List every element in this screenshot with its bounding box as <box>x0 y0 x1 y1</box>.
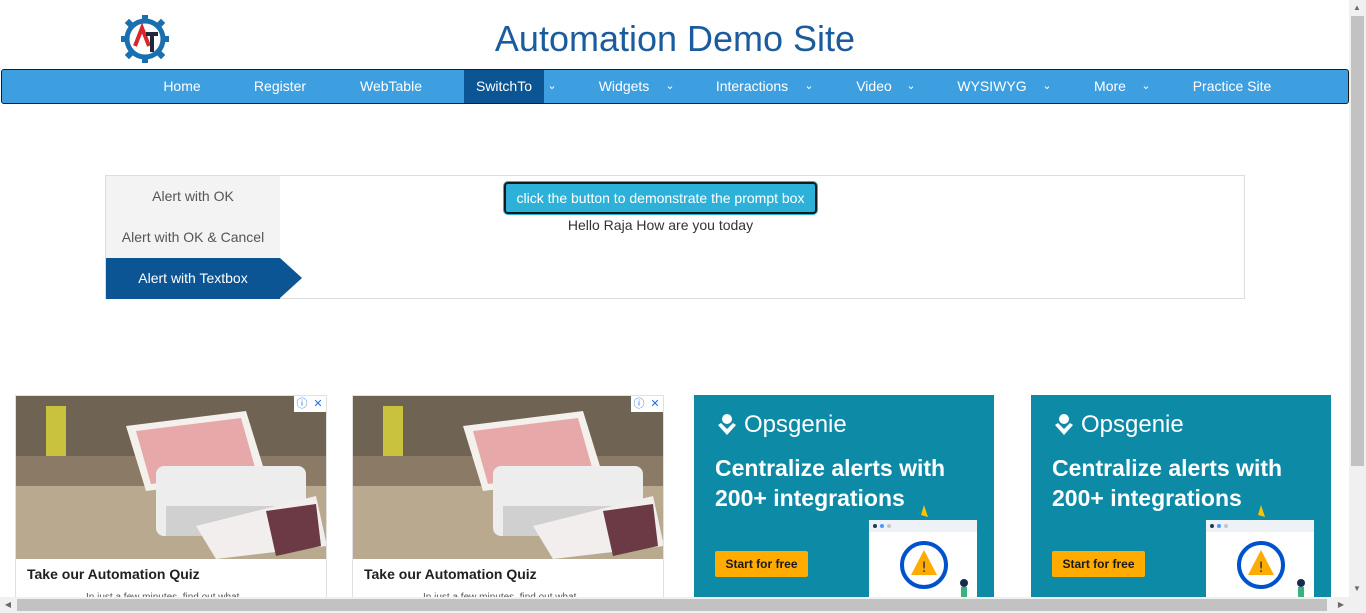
scroll-left-icon[interactable]: ◀ <box>0 597 16 613</box>
ad-headline[interactable]: Take our Automation Quiz <box>364 566 537 582</box>
scroll-right-icon[interactable]: ▶ <box>1333 597 1349 613</box>
svg-text:!: ! <box>1258 560 1264 576</box>
opsgenie-brand: Opsgenie <box>1081 411 1184 438</box>
opsgenie-brand: Opsgenie <box>744 411 847 438</box>
scroll-up-icon[interactable]: ▲ <box>1349 0 1365 16</box>
info-icon[interactable]: ⓘ <box>631 396 647 412</box>
ad-automation-quiz-1[interactable]: ⓘ ✕ Take our Automation Quiz In just a f… <box>15 395 327 600</box>
chevron-down-icon[interactable]: ⌄ <box>903 70 919 103</box>
ad-scanner-photo <box>353 396 663 559</box>
start-for-free-button[interactable]: Start for free <box>1052 551 1145 577</box>
scroll-down-icon[interactable]: ▼ <box>1349 581 1365 597</box>
nav-practice-site[interactable]: Practice Site <box>1182 70 1282 103</box>
horizontal-scrollbar[interactable]: ◀ ▶ <box>0 597 1366 613</box>
close-icon[interactable]: ✕ <box>310 396 326 412</box>
nav-more[interactable]: More <box>1082 70 1138 103</box>
ad-headline[interactable]: Take our Automation Quiz <box>27 566 200 582</box>
ad-choices[interactable]: ⓘ ✕ <box>631 396 663 412</box>
nav-webtable[interactable]: WebTable <box>342 70 440 103</box>
opsgenie-logo: Opsgenie <box>1053 411 1184 439</box>
tab-alert-with-textbox[interactable]: Alert with Textbox <box>106 258 280 299</box>
ad-scanner-photo <box>16 396 326 559</box>
chevron-down-icon[interactable]: ⌄ <box>1039 70 1055 103</box>
start-for-free-button[interactable]: Start for free <box>715 551 808 577</box>
nav-video[interactable]: Video <box>842 70 906 103</box>
info-icon[interactable]: ⓘ <box>294 396 310 412</box>
prompt-box-button[interactable]: click the button to demonstrate the prom… <box>504 182 817 214</box>
ad-choices[interactable]: ⓘ ✕ <box>294 396 326 412</box>
svg-text:!: ! <box>921 560 927 576</box>
ad-automation-quiz-2[interactable]: ⓘ ✕ Take our Automation Quiz In just a f… <box>352 395 664 600</box>
chevron-down-icon[interactable]: ⌄ <box>544 70 560 103</box>
nav-widgets[interactable]: Widgets <box>582 70 666 103</box>
opsgenie-logo: Opsgenie <box>716 411 847 439</box>
tab-alert-with-ok[interactable]: Alert with OK <box>106 176 280 217</box>
nav-register[interactable]: Register <box>238 70 322 103</box>
tab-alert-with-ok-cancel[interactable]: Alert with OK & Cancel <box>106 217 280 258</box>
ad-opsgenie-1[interactable]: Opsgenie Centralize alerts with 200+ int… <box>694 395 994 600</box>
nav-home[interactable]: Home <box>142 70 222 103</box>
active-tab-arrow <box>280 258 302 298</box>
ad-opsgenie-2[interactable]: Opsgenie Centralize alerts with 200+ int… <box>1031 395 1331 600</box>
ad-headline: Centralize alerts with 200+ integrations <box>1052 455 1283 511</box>
nav-interactions[interactable]: Interactions <box>702 70 802 103</box>
main-navbar: Home Register WebTable SwitchTo ⌄ Widget… <box>1 69 1349 104</box>
chevron-down-icon[interactable]: ⌄ <box>801 70 817 103</box>
vertical-scrollbar[interactable]: ▲ ▼ <box>1349 0 1366 597</box>
opsgenie-icon <box>718 414 736 435</box>
chevron-down-icon[interactable]: ⌄ <box>662 70 678 103</box>
alert-illustration: ! <box>869 505 977 600</box>
vertical-scroll-thumb[interactable] <box>1351 16 1364 466</box>
opsgenie-icon <box>1055 414 1073 435</box>
nav-wysiwyg[interactable]: WYSIWYG <box>942 70 1042 103</box>
nav-switchto[interactable]: SwitchTo <box>464 70 544 103</box>
site-title: Automation Demo Site <box>494 18 856 59</box>
alert-illustration: ! <box>1206 505 1314 600</box>
prompt-result-text: Hello Raja How are you today <box>567 217 754 233</box>
page: Automation Demo Site Home Register WebTa… <box>0 0 1366 613</box>
close-icon[interactable]: ✕ <box>647 396 663 412</box>
chevron-down-icon[interactable]: ⌄ <box>1138 70 1154 103</box>
horizontal-scroll-thumb[interactable] <box>17 599 1327 611</box>
ad-headline: Centralize alerts with 200+ integrations <box>715 455 946 511</box>
